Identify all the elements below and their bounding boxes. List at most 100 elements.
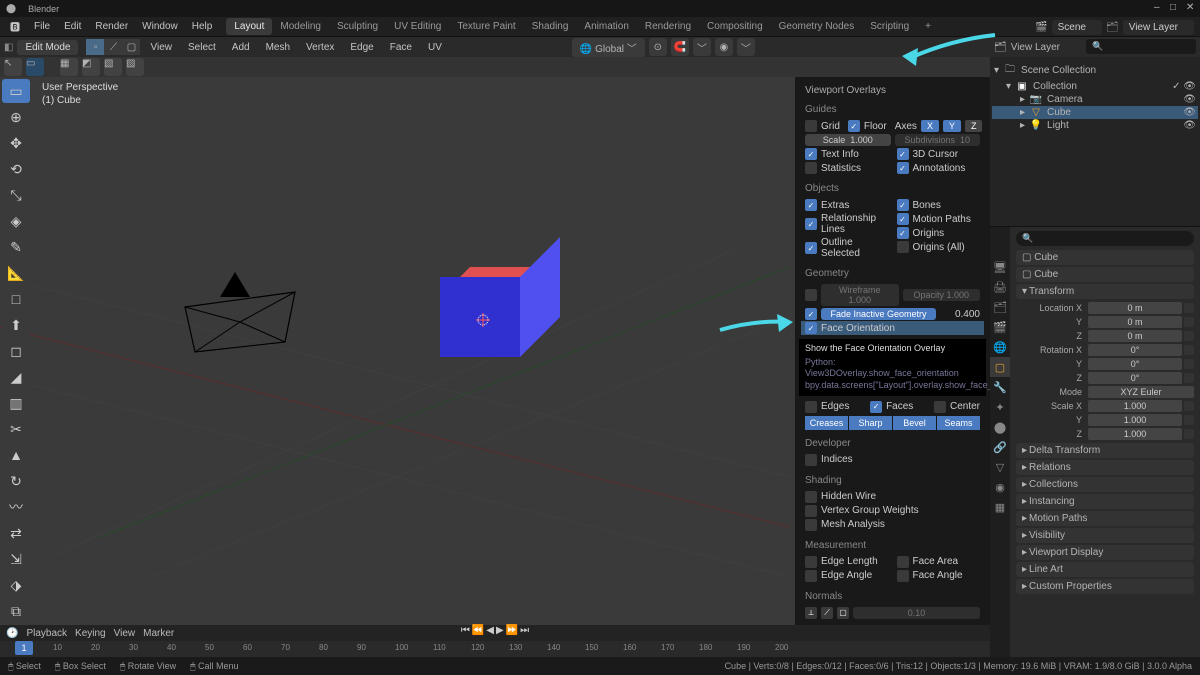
header-face[interactable]: Face (384, 40, 418, 55)
view-display-1[interactable]: ▦ (60, 58, 78, 76)
current-frame[interactable]: 1 (15, 641, 33, 655)
tool-rip[interactable]: ⧉ (2, 599, 30, 623)
outliner-search[interactable]: 🔍 (1086, 39, 1196, 54)
proportional-dropdown[interactable]: ﹀ (737, 38, 755, 56)
scale-x[interactable]: 1.000 (1088, 400, 1182, 412)
panel-custom[interactable]: Custom Properties (1016, 579, 1194, 594)
tab-shading[interactable]: Shading (524, 18, 577, 35)
pill-seams[interactable]: Seams (937, 416, 980, 430)
scale-z[interactable]: 1.000 (1088, 428, 1182, 440)
timeline-ruler[interactable]: 0102030405060708090100110120130140150160… (0, 641, 990, 657)
ptab-constraints[interactable]: 🔗 (990, 437, 1010, 457)
edge-select-mode[interactable]: ⟋ (104, 39, 122, 55)
minimize-button[interactable]: – (1154, 2, 1164, 12)
pill-creases[interactable]: Creases (805, 416, 848, 430)
scene-name[interactable]: Scene (1052, 20, 1102, 35)
ptab-object[interactable]: ▢ (990, 357, 1010, 377)
outliner-collection[interactable]: ▾▣Collection✓ 👁 (992, 80, 1198, 93)
ptab-output[interactable]: 🖨 (990, 277, 1010, 297)
jump-end[interactable]: ⏭ (520, 625, 529, 636)
tool-select-box[interactable]: ▭ (2, 79, 30, 103)
tab-sculpting[interactable]: Sculpting (329, 18, 386, 35)
ptab-data[interactable]: ▽ (990, 457, 1010, 477)
snap-dropdown[interactable]: ﹀ (693, 38, 711, 56)
check-facearea[interactable] (897, 556, 909, 568)
normals-face[interactable]: ▢ (837, 607, 849, 619)
panel-lineart[interactable]: Line Art (1016, 562, 1194, 577)
check-motion[interactable]: ✓ (897, 213, 909, 225)
normals-split[interactable]: ⟋ (821, 607, 833, 619)
props-search[interactable]: 🔍 (1016, 231, 1194, 246)
check-edgeangle[interactable] (805, 570, 817, 582)
viewport-3d[interactable]: User Perspective (1) Cube ▭ ⊕ ✥ ⟲ ⤡ ◈ ✎ … (0, 77, 990, 625)
rot-mode[interactable]: XYZ Euler (1088, 386, 1194, 398)
close-button[interactable]: ✕ (1186, 2, 1196, 12)
check-face-orientation[interactable]: ✓ (805, 322, 817, 334)
prev-key[interactable]: ⏪ (472, 625, 484, 636)
tab-animation[interactable]: Animation (576, 18, 636, 35)
play[interactable]: ▶ (496, 625, 504, 636)
tool-rotate[interactable]: ⟲ (2, 157, 30, 181)
axis-y[interactable]: Y (943, 120, 961, 132)
ptab-scene[interactable]: 🎬 (990, 317, 1010, 337)
panel-motionpaths[interactable]: Motion Paths (1016, 511, 1194, 526)
check-3dcursor[interactable]: ✓ (897, 148, 909, 160)
check-vgweights[interactable] (805, 505, 817, 517)
tool-shrink[interactable]: ⇲ (2, 547, 30, 571)
play-reverse[interactable]: ◀ (486, 625, 494, 636)
header-select[interactable]: Select (182, 40, 222, 55)
browse-scene-icon[interactable]: 🎬 (1035, 22, 1047, 33)
menu-edit[interactable]: Edit (58, 19, 87, 34)
tool-polybuild[interactable]: ▲ (2, 443, 30, 467)
check-origins[interactable]: ✓ (897, 227, 909, 239)
tool-loopcut[interactable]: ▥ (2, 391, 30, 415)
tool-scale[interactable]: ⤡ (2, 183, 30, 207)
tl-playback[interactable]: Playback (26, 628, 67, 639)
rot-y[interactable]: 0° (1088, 358, 1182, 370)
maximize-button[interactable]: □ (1170, 2, 1180, 12)
tl-keying[interactable]: Keying (75, 628, 106, 639)
viewlayer-name[interactable]: View Layer (1123, 20, 1194, 35)
header-mesh[interactable]: Mesh (260, 40, 296, 55)
ptab-texture[interactable]: ▦ (990, 497, 1010, 517)
header-edge[interactable]: Edge (344, 40, 379, 55)
check-faces[interactable]: ✓ (870, 401, 882, 413)
orientation-dropdown[interactable]: 🌐 Global ﹀ (572, 38, 645, 57)
header-vertex[interactable]: Vertex (300, 40, 340, 55)
ptab-material[interactable]: ◉ (990, 477, 1010, 497)
check-annotations[interactable]: ✓ (897, 162, 909, 174)
check-floor[interactable]: ✓ (848, 120, 860, 132)
outliner-viewlayer[interactable]: View Layer (1011, 42, 1060, 53)
ptab-render[interactable]: 🖥 (990, 257, 1010, 277)
outliner-scene-collection[interactable]: ▾🗀Scene Collection (992, 61, 1198, 80)
view-display-2[interactable]: ◩ (82, 58, 100, 76)
check-extras[interactable]: ✓ (805, 199, 817, 211)
panel-collections[interactable]: Collections (1016, 477, 1194, 492)
check-grid[interactable] (805, 120, 817, 132)
tab-rendering[interactable]: Rendering (637, 18, 699, 35)
props-crumb-mesh[interactable]: ▢ Cube (1016, 267, 1194, 282)
tab-texture[interactable]: Texture Paint (449, 18, 523, 35)
next-key[interactable]: ⏩ (506, 625, 518, 636)
panel-viewportdisplay[interactable]: Viewport Display (1016, 545, 1194, 560)
tab-modeling[interactable]: Modeling (272, 18, 329, 35)
panel-visibility[interactable]: Visibility (1016, 528, 1194, 543)
outliner-cube[interactable]: ▸▽Cube👁 (992, 106, 1198, 119)
tool-edgeslide[interactable]: ⇄ (2, 521, 30, 545)
check-faceangle[interactable] (897, 570, 909, 582)
loc-x[interactable]: 0 m (1088, 302, 1182, 314)
ptab-viewlayer[interactable]: 🗂 (990, 297, 1010, 317)
editor-type-icon[interactable]: ◧ (4, 42, 13, 53)
check-bones[interactable]: ✓ (897, 199, 909, 211)
check-indices[interactable] (805, 454, 817, 466)
view-display-3[interactable]: ▧ (104, 58, 122, 76)
panel-relations[interactable]: Relations (1016, 460, 1194, 475)
check-originsall[interactable] (897, 241, 909, 253)
tool-knife[interactable]: ✂ (2, 417, 30, 441)
menu-render[interactable]: Render (89, 19, 134, 34)
menu-file[interactable]: File (28, 19, 56, 34)
check-edgelength[interactable] (805, 556, 817, 568)
axis-x[interactable]: X (921, 120, 939, 132)
tab-geonodes[interactable]: Geometry Nodes (771, 18, 863, 35)
snap-toggle[interactable]: 🧲 (671, 38, 689, 56)
